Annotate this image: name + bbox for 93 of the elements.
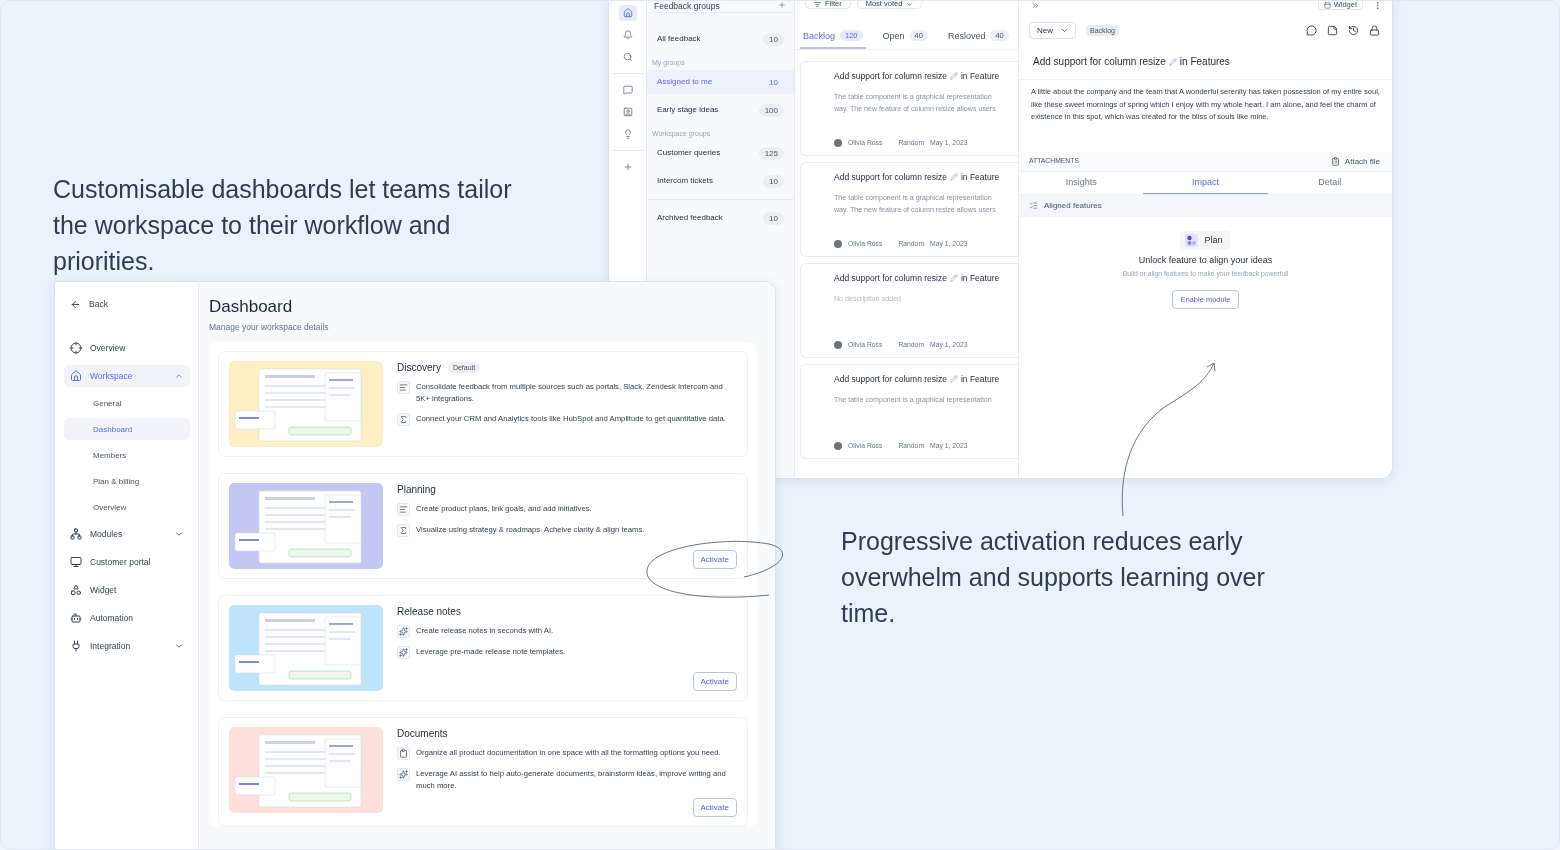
nav-item[interactable]: Widget <box>64 579 190 601</box>
nav-subitem[interactable]: Overview <box>64 496 190 518</box>
note-icon[interactable] <box>1327 25 1338 36</box>
avatar <box>834 441 842 450</box>
avatar <box>834 239 842 248</box>
item-count: 10 <box>768 76 779 89</box>
chevron-up-icon[interactable] <box>174 371 184 381</box>
item-count: 10 <box>763 32 784 46</box>
nav-item[interactable]: Workspace <box>64 365 190 387</box>
tab[interactable]: Insights <box>1019 172 1144 194</box>
plan-chip: Plan <box>1180 230 1231 250</box>
module-name: Documents <box>397 728 448 739</box>
feedback-title: in Features <box>1179 56 1230 67</box>
plug-icon <box>70 640 82 652</box>
nav-item[interactable]: Automation <box>64 607 190 629</box>
nav-subitem[interactable]: Plan & billing <box>64 470 190 492</box>
back-link[interactable]: Back <box>64 293 190 315</box>
item-count: 100 <box>758 103 784 117</box>
nav-subitem[interactable]: General <box>64 392 190 414</box>
card-title: in Feature <box>960 172 1000 183</box>
chevron-down-icon <box>1060 26 1069 35</box>
item-count: 125 <box>758 146 784 160</box>
card-title: Add support for column resize <box>834 273 947 284</box>
item-count: 10 <box>763 174 784 188</box>
nav-subitem[interactable]: Dashboard <box>64 418 190 440</box>
nav-item[interactable]: Integration <box>64 635 190 657</box>
caption: Customisable dashboards let teams tailor the workspace to their workflow and priorities. <box>53 174 513 277</box>
group-item[interactable]: Archived feedback 10 <box>647 206 794 230</box>
monitor-icon <box>70 556 82 568</box>
card-title: Add support for column resize <box>834 71 947 82</box>
status-dropdown[interactable]: New <box>1029 22 1076 39</box>
nav-item[interactable]: Modules <box>64 523 190 545</box>
item-count: 10 <box>763 211 784 225</box>
tab-label: Resloved <box>947 30 986 41</box>
group-item[interactable]: Early stage ideas 100 <box>647 98 794 122</box>
activate-button[interactable]: Activate <box>692 550 737 569</box>
activate-button[interactable]: Activate <box>692 798 737 817</box>
tab[interactable]: Detail <box>1267 172 1392 194</box>
comment-icon[interactable] <box>1306 25 1317 36</box>
card-title: Add support for column resize <box>834 374 947 385</box>
module-name: Planning <box>397 484 436 495</box>
arrow-left-icon <box>70 298 81 310</box>
target-icon <box>70 342 82 354</box>
group-item[interactable]: Assigned to me 10 <box>647 70 794 94</box>
chevron-down-icon[interactable] <box>174 529 184 539</box>
nav-item[interactable]: Customer portal <box>64 551 190 573</box>
tab-label: Open <box>882 30 905 41</box>
pencil-icon <box>949 274 958 283</box>
lock-icon[interactable] <box>1369 25 1380 36</box>
chevron-down-icon <box>906 1 914 8</box>
home-icon <box>70 370 82 382</box>
nav-subitem[interactable]: Members <box>64 444 190 466</box>
panel-title: Feedback groups <box>654 1 720 12</box>
history-icon[interactable] <box>1348 25 1359 36</box>
page-title: Dashboard <box>209 297 294 317</box>
avatar <box>834 138 842 147</box>
more-icon[interactable] <box>1373 1 1382 10</box>
empty-state-heading: Unlock feature to align your ideas <box>1138 254 1273 266</box>
chevron-down-icon[interactable] <box>174 641 184 651</box>
card-title: in Feature <box>960 374 1000 385</box>
attach-file-link[interactable]: Attach file <box>1330 157 1380 166</box>
card-title: in Feature <box>960 71 1000 82</box>
group-item[interactable]: Intercom tickets 10 <box>647 169 794 193</box>
home-icon[interactable] <box>618 5 637 21</box>
hierarchy-icon <box>70 528 82 540</box>
caption: Progressive activation reduces early overwhelm and supports learning over time. <box>841 526 1266 629</box>
panel-icon <box>1323 2 1331 9</box>
list-icon <box>1029 201 1038 211</box>
module-name: Discovery <box>397 362 441 373</box>
group-item[interactable]: All feedback 10 <box>647 27 794 51</box>
pencil-icon <box>949 72 958 81</box>
pencil-icon <box>949 375 958 384</box>
pencil-icon <box>949 173 958 182</box>
page-subtitle: Manage your workspace details <box>209 322 330 332</box>
nav-item[interactable]: Overview <box>64 337 190 359</box>
expand-icon[interactable] <box>1031 1 1040 10</box>
group-item[interactable]: Customer queries 125 <box>647 141 794 165</box>
robot-icon <box>70 612 82 624</box>
module-name: Release notes <box>397 606 461 617</box>
filter-icon <box>814 1 821 8</box>
shapes-icon <box>70 584 82 596</box>
pencil-icon <box>1168 57 1177 66</box>
feedback-title: Add support for column resize <box>1033 56 1166 67</box>
avatar <box>834 340 842 349</box>
tab-label: Backlog <box>803 30 836 41</box>
activate-button[interactable]: Activate <box>692 672 737 691</box>
add-icon[interactable] <box>778 1 786 9</box>
section-label: Aligned features <box>1044 201 1102 211</box>
module-icon <box>1185 233 1199 247</box>
tab[interactable]: Impact <box>1143 172 1268 194</box>
card-title: Add support for column resize <box>834 172 947 183</box>
card-title: in Feature <box>960 273 1000 284</box>
clipboard-icon <box>1330 157 1340 166</box>
